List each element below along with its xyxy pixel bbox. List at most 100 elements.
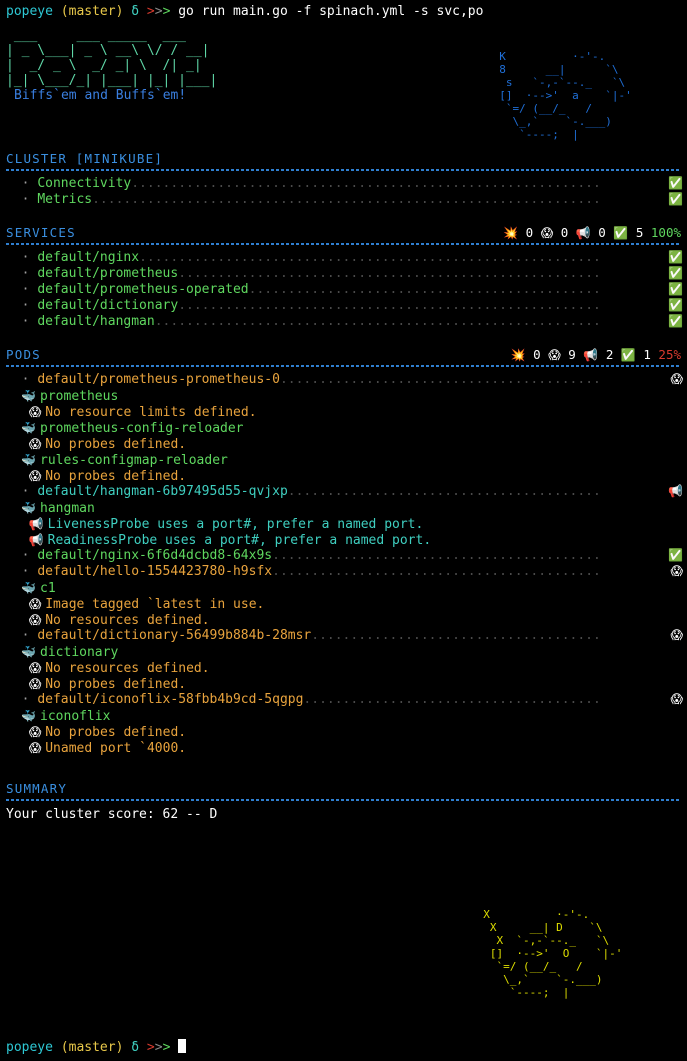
issue-row: 📢 ReadinessProbe uses a port#, prefer a … (6, 532, 687, 548)
container-name: prometheus-config-reloader (40, 421, 244, 436)
issue-row: 😱 No resources defined. (6, 612, 687, 628)
bottom-prompt-user: popeye (6, 1040, 53, 1055)
whale-icon: 🐳 (6, 389, 41, 403)
megaphone-icon: 📢 (6, 533, 48, 547)
bottom-prompt-delta-icon: δ (131, 1040, 140, 1055)
scream-icon: 😱 (670, 692, 683, 706)
bullet-icon: · (6, 192, 38, 207)
dot-leader: ...................................... (303, 692, 601, 707)
whale-icon: 🐳 (6, 421, 41, 435)
check-box-icon: ✅ (668, 548, 683, 562)
check-box-icon: ✅ (668, 176, 683, 190)
dot-leader: ........................................… (154, 314, 601, 329)
container-row: 🐳 rules-configmap-reloader (6, 452, 687, 468)
issue-text: Unamed port `4000. (45, 741, 187, 756)
container-name: c1 (40, 581, 56, 596)
report-entry: · default/dictionary-56499b884b-28msr...… (6, 628, 687, 644)
services-error-icon: 💥 (503, 226, 519, 240)
check-box-icon: ✅ (668, 298, 683, 312)
pods-warn-count: 9 (568, 347, 576, 362)
summary-header: SUMMARY (0, 780, 687, 798)
services-header: SERVICES 💥 0 😱 0 📢 0 ✅ 5 100% (0, 224, 687, 242)
bullet-icon: · (6, 628, 38, 643)
dot-leader: ........................................… (178, 298, 601, 313)
bullet-icon: · (6, 564, 38, 579)
pods-ok-icon: ✅ (620, 348, 636, 362)
container-name: iconoflix (40, 709, 111, 724)
issue-text: No probes defined. (45, 677, 187, 692)
scream-icon: 😱 (670, 564, 683, 578)
issue-text: No resource limits defined. (45, 405, 257, 420)
pods-warn-icon: 😱 (548, 348, 561, 362)
report-entry: · Connectivity..........................… (6, 176, 687, 192)
section-cluster: CLUSTER [MINIKUBE] · Connectivity.......… (0, 150, 687, 208)
container-name: hangman (40, 501, 95, 516)
report-entry: · default/nginx-6f6d4dcbd8-64x9s........… (6, 548, 687, 564)
issue-row: 😱 No probes defined. (6, 724, 687, 740)
text-cursor[interactable] (178, 1039, 187, 1053)
dot-leader: ........................................… (139, 250, 601, 265)
services-score-summary: 💥 0 😱 0 📢 0 ✅ 5 100% (503, 224, 681, 242)
issue-row: 😱 No resource limits defined. (6, 404, 687, 420)
pods-error-count: 0 (533, 347, 541, 362)
container-row: 🐳 iconoflix (6, 708, 687, 724)
pods-rule (6, 365, 681, 367)
cluster-body: · Connectivity..........................… (0, 176, 687, 208)
command-text: go run main.go -f spinach.yml -s svc,po (178, 4, 484, 19)
bullet-icon: · (6, 692, 38, 707)
k8s-ascii-art: K ·-'-. 8 __| `\ s `-,-`--._ `\ [] ·-->'… (499, 50, 632, 141)
bullet-icon: · (6, 176, 38, 191)
pods-info-icon: 📢 (583, 348, 599, 362)
pods-ok-count: 1 (643, 347, 651, 362)
services-title: SERVICES (6, 225, 76, 240)
entry-name: default/hangman-6b97495d55-qvjxp (37, 484, 288, 499)
container-row: 🐳 prometheus-config-reloader (6, 420, 687, 436)
bullet-icon: · (6, 484, 38, 499)
entry-name: default/hangman (37, 314, 155, 329)
container-row: 🐳 dictionary (6, 644, 687, 660)
whale-icon: 🐳 (6, 645, 41, 659)
report-entry: · default/hello-1554423780-h9sfx........… (6, 564, 687, 580)
issue-text: LivenessProbe uses a port#, prefer a nam… (47, 517, 424, 532)
bullet-icon: · (6, 314, 38, 329)
section-pods: PODS 💥 0 😱 9 📢 2 ✅ 1 25% · default/promet… (0, 346, 687, 756)
report-entry: · default/nginx.........................… (6, 250, 687, 266)
entry-name: default/nginx-6f6d4dcbd8-64x9s (37, 548, 273, 563)
issue-text: No resources defined. (45, 613, 210, 628)
report-entry: · Metrics...............................… (6, 192, 687, 208)
report-entry: · default/hangman.......................… (6, 314, 687, 330)
check-box-icon: ✅ (668, 192, 683, 206)
dot-leader: ........................................… (92, 192, 601, 207)
pods-header: PODS 💥 0 😱 9 📢 2 ✅ 1 25% (0, 346, 687, 364)
issue-row: 😱 No probes defined. (6, 468, 687, 484)
bullet-icon: · (6, 548, 38, 563)
issue-text: Image tagged `latest in use. (45, 597, 265, 612)
issue-text: ReadinessProbe uses a port#, prefer a na… (47, 533, 432, 548)
issue-text: No resources defined. (45, 661, 210, 676)
scream-icon: 😱 (6, 613, 46, 627)
report-entry: · default/iconoflix-58fbb4b9cd-5qgpg....… (6, 692, 687, 708)
bottom-prompt-line[interactable]: popeye (master) δ >>> (6, 1039, 187, 1056)
report-entry: · default/prometheus-operated...........… (6, 282, 687, 298)
cluster-rule (6, 169, 681, 171)
report-entry: · default/prometheus-prometheus-0.......… (6, 372, 687, 388)
scream-icon: 😱 (6, 597, 46, 611)
scream-icon: 😱 (670, 372, 683, 386)
megaphone-icon: 📢 (668, 484, 683, 498)
pods-score-summary: 💥 0 😱 9 📢 2 ✅ 1 25% (511, 346, 681, 364)
dot-leader: ........................................… (178, 266, 601, 281)
services-info-count: 0 (598, 225, 606, 240)
pods-score-percent: 25% (658, 347, 681, 362)
entry-name: default/dictionary (37, 298, 179, 313)
entry-name: default/nginx (37, 250, 140, 265)
services-ok-icon: ✅ (613, 226, 629, 240)
services-score-percent: 100% (650, 225, 681, 240)
whale-icon: 🐳 (6, 501, 41, 515)
dot-leader: ........................................… (272, 548, 601, 563)
container-name: rules-configmap-reloader (40, 453, 228, 468)
scream-icon: 😱 (6, 437, 46, 451)
scream-icon: 😱 (6, 469, 46, 483)
entry-name: default/prometheus-operated (37, 282, 249, 297)
services-warn-icon: 😱 (540, 226, 554, 240)
